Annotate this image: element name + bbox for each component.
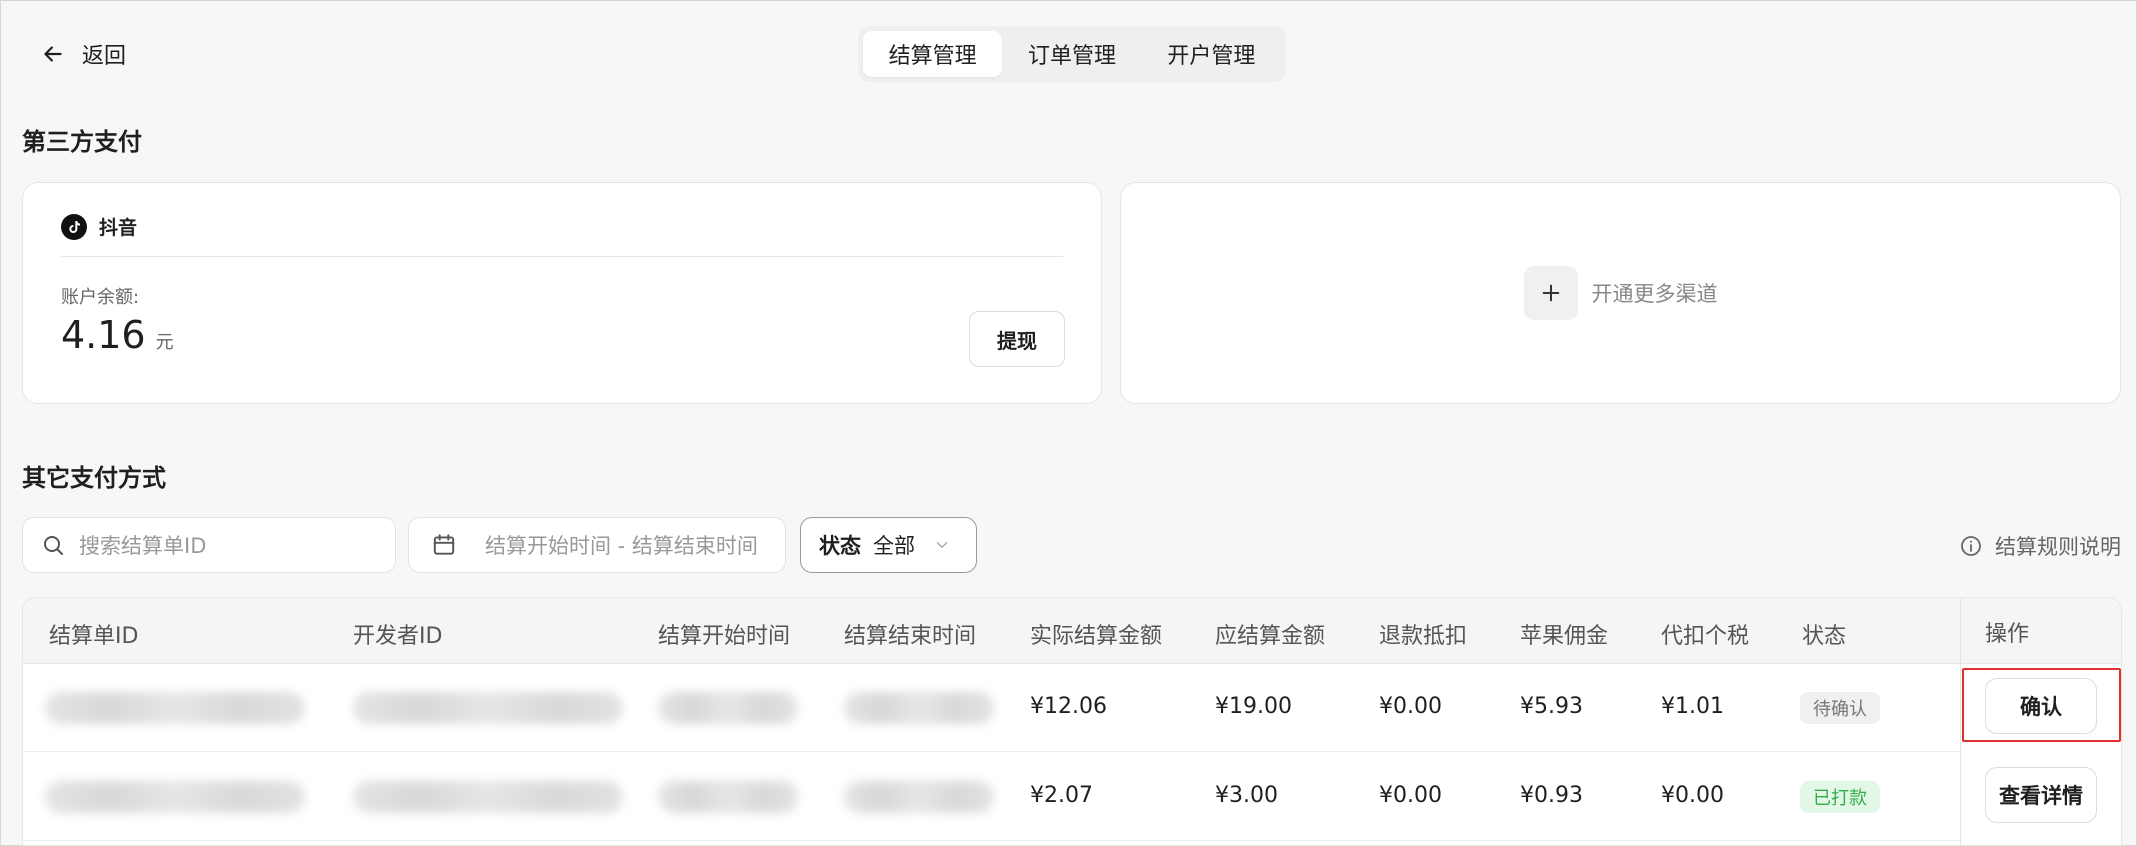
- balance: 4.16 元: [61, 313, 174, 357]
- redacted-settlement-id: [45, 692, 305, 724]
- col-actions: 操作: [1985, 622, 2030, 647]
- status-select-label: 状态: [819, 534, 861, 558]
- cell-refund: ¥0.00: [1379, 783, 1442, 808]
- redacted-developer-id: [353, 692, 623, 724]
- table-row: ¥2.07 ¥3.00 ¥0.00 ¥0.93 ¥0.00 已打款: [23, 753, 2121, 841]
- platform-header: 抖音: [61, 213, 137, 240]
- plus-icon: [1523, 266, 1578, 320]
- redacted-start-time: [658, 692, 798, 724]
- col-apple-commission: 苹果佣金: [1520, 624, 1609, 649]
- calendar-icon: [433, 534, 455, 555]
- col-end-time: 结算结束时间: [844, 624, 977, 649]
- actions-column: 操作 确认 查看详情: [1960, 598, 2121, 845]
- redacted-settlement-id: [45, 781, 305, 813]
- third-party-title: 第三方支付: [22, 128, 142, 156]
- redacted-developer-id: [353, 781, 623, 813]
- cell-actual-amount: ¥12.06: [1030, 694, 1107, 719]
- balance-unit: 元: [155, 332, 174, 353]
- settlement-table: 结算单ID 开发者ID 结算开始时间 结算结束时间 实际结算金额 应结算金额 退…: [22, 597, 2122, 846]
- cell-actual-amount: ¥2.07: [1030, 783, 1093, 808]
- tab-orders[interactable]: 订单管理: [1002, 31, 1141, 77]
- status-select-value: 全部: [873, 534, 915, 558]
- withdraw-button[interactable]: 提现: [969, 311, 1065, 367]
- confirm-button[interactable]: 确认: [1985, 678, 2097, 734]
- table-header: 结算单ID 开发者ID 结算开始时间 结算结束时间 实际结算金额 应结算金额 退…: [23, 598, 2121, 664]
- douyin-icon: [61, 213, 87, 240]
- douyin-card: 抖音 账户余额: 4.16 元 提现: [22, 182, 1102, 404]
- date-range-picker[interactable]: 结算开始时间 - 结算结束时间: [408, 517, 786, 573]
- info-icon: [1961, 536, 1981, 556]
- actions-header: 操作: [1961, 598, 2121, 664]
- status-select[interactable]: 状态 全部: [800, 517, 977, 573]
- balance-label: 账户余额:: [61, 287, 140, 308]
- date-range-placeholder: 结算开始时间 - 结算结束时间: [485, 534, 758, 558]
- redacted-end-time: [844, 781, 994, 813]
- tab-settlement[interactable]: 结算管理: [863, 31, 1003, 77]
- col-start-time: 结算开始时间: [658, 624, 791, 649]
- redacted-end-time: [844, 692, 994, 724]
- cell-apple-commission: ¥5.93: [1520, 694, 1583, 719]
- add-channel-label: 开通更多渠道: [1591, 282, 1718, 306]
- col-status: 状态: [1802, 624, 1847, 649]
- col-settlement-id: 结算单ID: [49, 624, 139, 649]
- add-channel-card[interactable]: 开通更多渠道: [1120, 182, 2121, 404]
- cell-due-amount: ¥19.00: [1215, 694, 1292, 719]
- other-payments-title: 其它支付方式: [22, 464, 166, 492]
- card-divider: [61, 256, 1063, 257]
- back-label: 返回: [82, 44, 127, 69]
- balance-value: 4.16: [61, 313, 146, 357]
- view-details-button[interactable]: 查看详情: [1985, 767, 2097, 823]
- search-input[interactable]: 搜索结算单ID: [22, 517, 396, 573]
- cell-refund: ¥0.00: [1379, 694, 1442, 719]
- cell-due-amount: ¥3.00: [1215, 783, 1278, 808]
- cell-apple-commission: ¥0.93: [1520, 783, 1583, 808]
- cell-tax: ¥1.01: [1661, 694, 1724, 719]
- col-actual-amount: 实际结算金额: [1030, 624, 1163, 649]
- settlement-rules-label: 结算规则说明: [1995, 535, 2121, 559]
- col-due-amount: 应结算金额: [1215, 624, 1326, 649]
- tab-accounts[interactable]: 开户管理: [1142, 31, 1281, 77]
- platform-name: 抖音: [99, 217, 138, 239]
- settlement-rules-link[interactable]: 结算规则说明: [1959, 531, 2121, 561]
- cell-tax: ¥0.00: [1661, 783, 1724, 808]
- table-row: ¥12.06 ¥19.00 ¥0.00 ¥5.93 ¥1.01 待确认: [23, 664, 2121, 752]
- col-developer-id: 开发者ID: [353, 624, 443, 649]
- top-tabs: 结算管理 订单管理 开户管理: [858, 26, 1286, 82]
- search-placeholder: 搜索结算单ID: [79, 534, 207, 558]
- back-button[interactable]: 返回: [40, 36, 126, 72]
- redacted-start-time: [658, 781, 798, 813]
- arrow-left-icon: [44, 46, 62, 62]
- search-icon: [44, 536, 63, 555]
- col-tax: 代扣个税: [1661, 624, 1750, 649]
- col-refund: 退款抵扣: [1379, 624, 1468, 649]
- status-badge: 已打款: [1800, 781, 1880, 813]
- chevron-down-icon: [936, 542, 948, 548]
- status-badge: 待确认: [1800, 692, 1880, 724]
